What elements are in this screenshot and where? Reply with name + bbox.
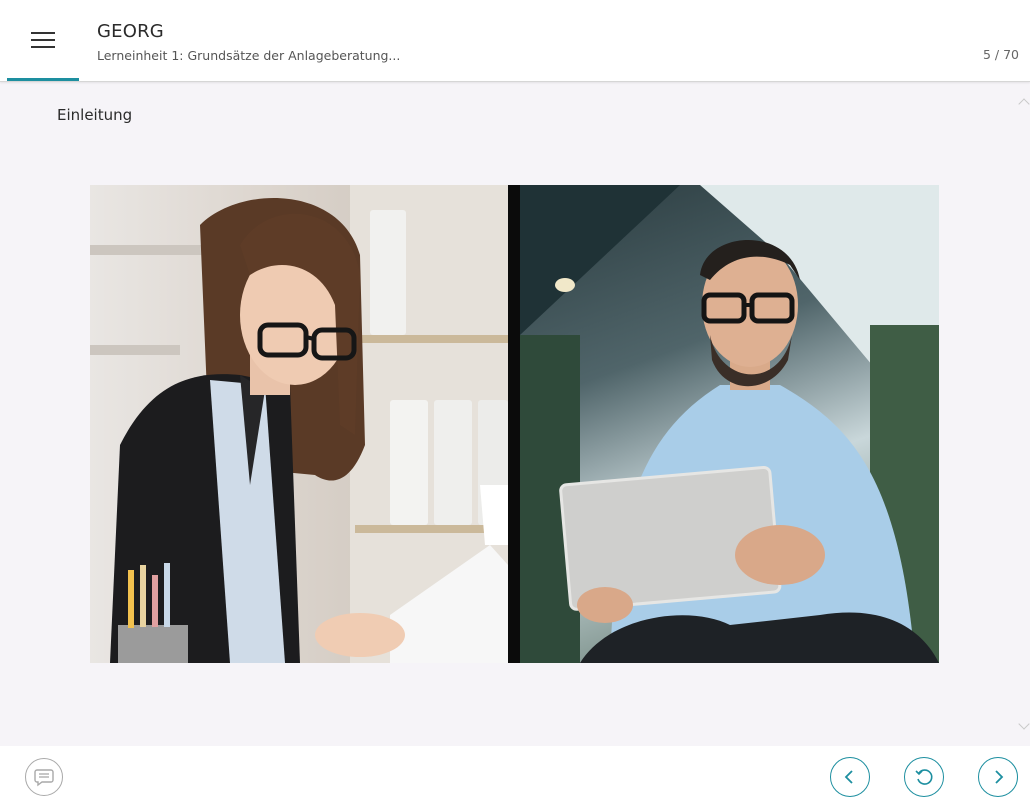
man-illustration bbox=[520, 185, 939, 663]
content-area: Einleitung bbox=[0, 82, 1030, 746]
scroll-down-icon[interactable] bbox=[1018, 718, 1030, 730]
photo-woman-reading bbox=[90, 185, 508, 663]
chevron-left-icon bbox=[844, 770, 853, 784]
comment-icon bbox=[34, 769, 54, 787]
reload-page-button[interactable] bbox=[904, 757, 944, 797]
chevron-right-icon bbox=[995, 770, 1004, 784]
hamburger-menu-icon bbox=[31, 32, 55, 48]
previous-page-button[interactable] bbox=[830, 757, 870, 797]
lesson-photo bbox=[90, 185, 939, 663]
app-title: GEORG bbox=[97, 21, 164, 42]
photo-divider bbox=[508, 185, 520, 663]
comment-button[interactable] bbox=[25, 758, 63, 796]
top-bar: GEORG Lerneinheit 1: Grundsätze der Anla… bbox=[0, 0, 1030, 82]
reload-icon bbox=[915, 769, 933, 785]
section-title: Einleitung bbox=[57, 106, 133, 124]
photo-man-tablet bbox=[520, 185, 939, 663]
scroll-up-icon[interactable] bbox=[1018, 98, 1030, 110]
lesson-title: Lerneinheit 1: Grundsätze der Anlagebera… bbox=[97, 48, 401, 63]
menu-active-indicator bbox=[7, 78, 79, 81]
menu-button[interactable] bbox=[7, 0, 79, 80]
page-counter: 5 / 70 bbox=[982, 47, 1019, 62]
bottom-bar bbox=[0, 746, 1030, 808]
woman-illustration bbox=[90, 185, 508, 663]
next-page-button[interactable] bbox=[978, 757, 1018, 797]
app-window: GEORG Lerneinheit 1: Grundsätze der Anla… bbox=[0, 0, 1030, 808]
